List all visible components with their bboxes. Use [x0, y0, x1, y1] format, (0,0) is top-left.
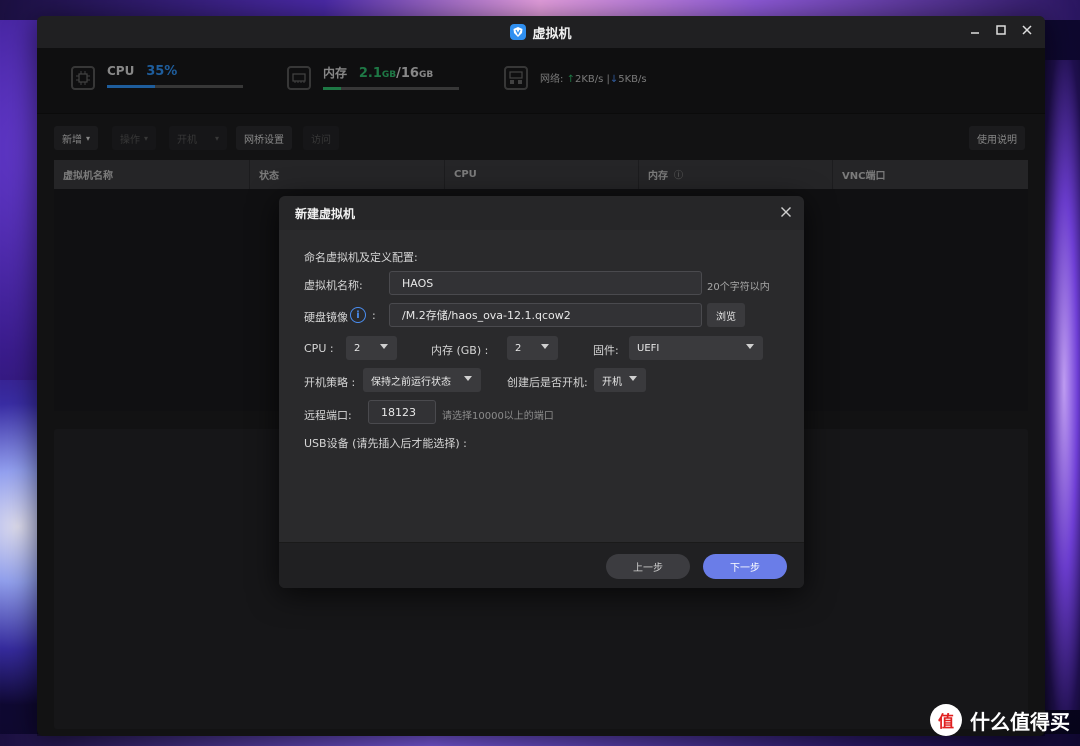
watermark-text: 什么值得买 — [970, 709, 1070, 734]
dialog-footer: 上一步 下一步 — [279, 542, 804, 588]
disk-image-info-icon[interactable]: i — [350, 307, 366, 323]
firmware-label: 固件: — [593, 344, 619, 357]
window-title-group: 虚拟机 — [510, 23, 572, 42]
remote-port-hint: 请选择10000以上的端口 — [442, 411, 554, 422]
window-controls — [969, 24, 1033, 36]
maximize-icon[interactable] — [995, 24, 1007, 36]
boot-policy-value: 保持之前运行状态 — [371, 376, 451, 388]
power-after-create-label: 创建后是否开机: — [507, 376, 588, 389]
cpu-count-label: CPU : — [304, 342, 334, 355]
config-section-title: 命名虚拟机及定义配置: — [304, 251, 418, 264]
browse-button[interactable]: 浏览 — [707, 303, 745, 327]
vm-name-input[interactable]: HAOS — [389, 271, 702, 295]
vm-name-hint: 20个字符以内 — [707, 282, 770, 293]
disk-image-colon: : — [372, 309, 376, 322]
dialog-close-icon[interactable] — [780, 206, 794, 220]
power-after-create-value: 开机 — [602, 376, 622, 388]
dropdown-caret-icon — [464, 376, 472, 381]
close-icon[interactable] — [1021, 24, 1033, 36]
vm-name-label: 虚拟机名称: — [304, 279, 363, 292]
window-title: 虚拟机 — [532, 26, 572, 42]
dialog-body: 命名虚拟机及定义配置: 虚拟机名称: HAOS 20个字符以内 硬盘镜像 i :… — [279, 230, 804, 542]
disk-image-input[interactable]: /M.2存储/haos_ova-12.1.qcow2 — [389, 303, 702, 327]
firmware-value: UEFI — [637, 342, 660, 354]
boot-policy-select[interactable]: 保持之前运行状态 — [363, 368, 481, 392]
new-vm-dialog: 新建虚拟机 命名虚拟机及定义配置: 虚拟机名称: HAOS 20个字符以内 硬盘… — [279, 196, 804, 588]
memory-size-label: 内存 (GB) : — [431, 344, 489, 357]
dropdown-caret-icon — [541, 344, 549, 349]
dropdown-caret-icon — [629, 376, 637, 381]
minimize-icon[interactable] — [969, 24, 981, 36]
memory-size-select[interactable]: 2 — [507, 336, 558, 360]
cpu-count-value: 2 — [354, 342, 361, 354]
previous-step-button[interactable]: 上一步 — [606, 554, 690, 579]
next-step-button[interactable]: 下一步 — [703, 554, 787, 579]
smzdm-watermark: 值 什么值得买 — [930, 704, 1070, 736]
boot-policy-label: 开机策略 : — [304, 376, 356, 389]
usb-devices-label: USB设备 (请先插入后才能选择) : — [304, 437, 467, 450]
title-bar[interactable]: 虚拟机 — [37, 16, 1045, 48]
vm-app-icon — [510, 24, 527, 40]
dropdown-caret-icon — [746, 344, 754, 349]
dropdown-caret-icon — [380, 344, 388, 349]
firmware-select[interactable]: UEFI — [629, 336, 763, 360]
desktop-background-right — [1040, 60, 1080, 710]
power-after-create-select[interactable]: 开机 — [594, 368, 646, 392]
smzdm-logo-icon: 值 — [930, 704, 962, 736]
disk-image-label: 硬盘镜像 — [304, 311, 348, 324]
memory-size-value: 2 — [515, 342, 522, 354]
remote-port-label: 远程端口: — [304, 409, 352, 422]
cpu-count-select[interactable]: 2 — [346, 336, 397, 360]
dialog-title: 新建虚拟机 — [295, 206, 356, 221]
dialog-header: 新建虚拟机 — [279, 196, 804, 230]
remote-port-input[interactable]: 18123 — [368, 400, 436, 424]
